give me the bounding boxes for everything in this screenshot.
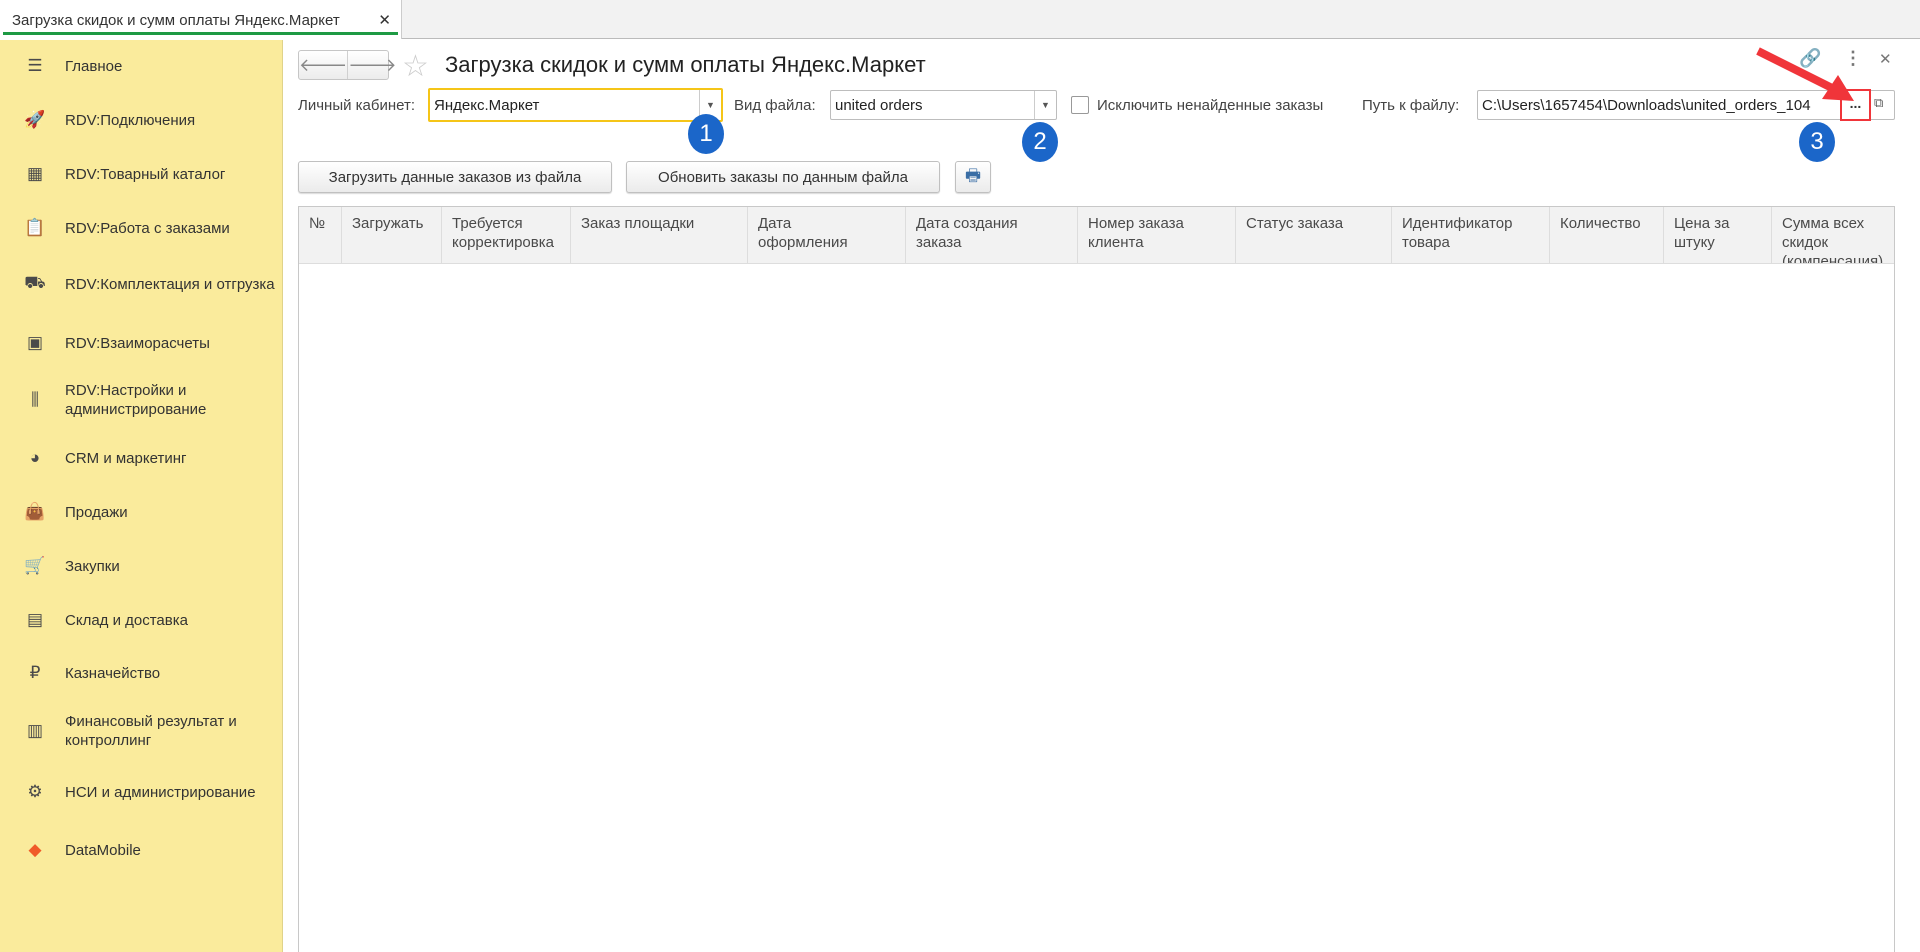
form-area: 🡐 🡒 ☆ Загрузка скидок и сумм оплаты Янде… <box>284 40 1920 952</box>
sidebar-item-label: DataMobile <box>65 841 141 859</box>
tab-active-indicator <box>3 32 398 35</box>
column-header[interactable]: Заказ площадки <box>571 207 748 263</box>
sidebar-item[interactable]: ▥ Финансовый результат и контроллинг <box>0 706 282 756</box>
column-header[interactable]: Идентификатор товара <box>1392 207 1550 263</box>
back-arrow-icon[interactable]: 🡐 <box>299 51 349 79</box>
cabinet-select[interactable]: Яндекс.Маркет ▼ <box>428 88 723 122</box>
column-header[interactable]: Статус заказа <box>1236 207 1392 263</box>
sidebar-item-label: НСИ и администрирование <box>65 783 256 801</box>
column-header[interactable]: Дата создания заказа <box>906 207 1078 263</box>
forward-arrow-icon[interactable]: 🡒 <box>348 51 396 79</box>
column-header[interactable]: Сумма всех скидок (компенсация) <box>1772 207 1894 263</box>
sidebar-item-label: Закупки <box>65 557 120 575</box>
sidebar-item[interactable]: ₽ Казначейство <box>0 648 282 698</box>
close-icon[interactable]: ✕ <box>1879 50 1892 68</box>
rocket-icon: 🚀 <box>24 110 46 129</box>
cart-box-icon: ⛟ <box>24 273 46 292</box>
sidebar-item-label: Продажи <box>65 503 128 521</box>
sidebar-item-label: CRM и маркетинг <box>65 449 187 467</box>
sidebar-item-label: RDV:Работа с заказами <box>65 219 230 237</box>
sidebar-item-label: Главное <box>65 57 123 75</box>
nav-buttons: 🡐 🡒 <box>298 50 397 80</box>
open-external-icon[interactable]: ⧉ <box>1874 95 1883 111</box>
sidebar-item-label: Казначейство <box>65 664 161 682</box>
datamobile-logo-icon: ◆ <box>28 840 42 859</box>
column-header[interactable]: Цена за штуку <box>1664 207 1772 263</box>
sidebar-item-label: RDV:Комплектация и отгрузка <box>65 275 275 293</box>
filetype-select[interactable]: united orders ▼ <box>830 90 1057 120</box>
sidebar-item[interactable]: ⚙ НСИ и администрирование <box>0 767 282 817</box>
filetype-value: united orders <box>835 97 923 114</box>
sidebar-item[interactable]: ☰ Главное <box>0 41 282 91</box>
sidebar-item-label: RDV:Настройки и администрирование <box>65 382 207 418</box>
tab-close-icon[interactable]: ✕ <box>378 11 391 29</box>
update-orders-button[interactable]: Обновить заказы по данным файла <box>626 161 940 193</box>
column-header[interactable]: № <box>299 207 342 263</box>
path-label: Путь к файлу: <box>1362 97 1460 114</box>
ruble-icon: ₽ <box>29 663 41 682</box>
calculator-icon: ▣ <box>26 333 44 352</box>
sidebar-item[interactable]: 🚀 RDV:Подключения <box>0 95 282 145</box>
column-header[interactable]: Количество <box>1550 207 1664 263</box>
annotation-badge-1: 1 <box>688 114 724 154</box>
filetype-label: Вид файла: <box>734 97 816 114</box>
sidebar-item[interactable]: ◕ CRM и маркетинг <box>0 433 282 483</box>
sidebar-item[interactable]: 🛒 Закупки <box>0 541 282 591</box>
annotation-badge-2: 2 <box>1022 122 1058 162</box>
favorite-star-icon[interactable]: ☆ <box>402 49 429 84</box>
tab-title: Загрузка скидок и сумм оплаты Яндекс.Мар… <box>12 12 340 29</box>
print-icon[interactable]: 🖶 <box>955 161 991 193</box>
annotation-arrow-icon <box>1756 47 1854 101</box>
column-header[interactable]: Требуется корректировка <box>442 207 571 263</box>
sidebar-item[interactable]: ▦ RDV:Товарный каталог <box>0 149 282 199</box>
bag-icon: 👜 <box>24 502 46 521</box>
tab-active[interactable]: Загрузка скидок и сумм оплаты Яндекс.Мар… <box>0 0 402 39</box>
catalog-icon: ▦ <box>26 164 44 183</box>
sidebar: ☰ Главное 🚀 RDV:Подключения ▦ RDV:Товарный ка… <box>0 40 283 952</box>
sidebar-item-label: RDV:Взаиморасчеты <box>65 334 210 352</box>
bar-chart-icon: ▥ <box>26 721 44 740</box>
cart-icon: 🛒 <box>24 556 46 575</box>
page-title: Загрузка скидок и сумм оплаты Яндекс.Мар… <box>445 52 926 77</box>
sidebar-item[interactable]: ▣ RDV:Взаиморасчеты <box>0 318 282 368</box>
sidebar-item-label: Склад и доставка <box>65 611 188 629</box>
pie-chart-icon: ◕ <box>29 448 41 467</box>
warehouse-icon: ▤ <box>26 610 44 629</box>
sidebar-item[interactable]: ▤ Склад и доставка <box>0 595 282 645</box>
cabinet-value: Яндекс.Маркет <box>434 97 540 114</box>
sidebar-item-label: RDV:Подключения <box>65 111 196 129</box>
exclude-checkbox[interactable] <box>1071 96 1089 114</box>
column-header[interactable]: Номер заказа клиента <box>1078 207 1236 263</box>
load-orders-button[interactable]: Загрузить данные заказов из файла <box>298 161 612 193</box>
table-header: № Загружать Требуется корректировка Заказ п… <box>299 207 1894 264</box>
sidebar-item[interactable]: 👜 Продажи <box>0 487 282 537</box>
sidebar-item-label: Финансовый результат и контроллинг <box>65 713 237 749</box>
exclude-label: Исключить ненайденные заказы <box>1097 97 1324 114</box>
orders-table: № Загружать Требуется корректировка Заказ п… <box>298 206 1895 952</box>
sidebar-item[interactable]: ◆ DataMobile <box>0 825 282 875</box>
sidebar-item-label: RDV:Товарный каталог <box>65 165 226 183</box>
column-header[interactable]: Загружать <box>342 207 442 263</box>
sidebar-item[interactable]: ⫼ RDV:Настройки и администрирование <box>0 375 282 425</box>
sidebar-item[interactable]: 📋 RDV:Работа с заказами <box>0 203 282 253</box>
cabinet-label: Личный кабинет: <box>298 97 416 114</box>
chevron-down-icon[interactable]: ▼ <box>1034 91 1056 119</box>
menu-icon: ☰ <box>27 56 43 75</box>
annotation-badge-3: 3 <box>1799 122 1835 162</box>
gear-icon: ⚙ <box>27 782 43 801</box>
sliders-icon: ⫼ <box>31 390 39 409</box>
column-header[interactable]: Дата оформления <box>748 207 906 263</box>
orders-icon: 📋 <box>24 218 46 237</box>
tab-bar: Загрузка скидок и сумм оплаты Яндекс.Мар… <box>0 0 1920 39</box>
sidebar-item[interactable]: ⛟ RDV:Комплектация и отгрузка <box>0 259 282 309</box>
